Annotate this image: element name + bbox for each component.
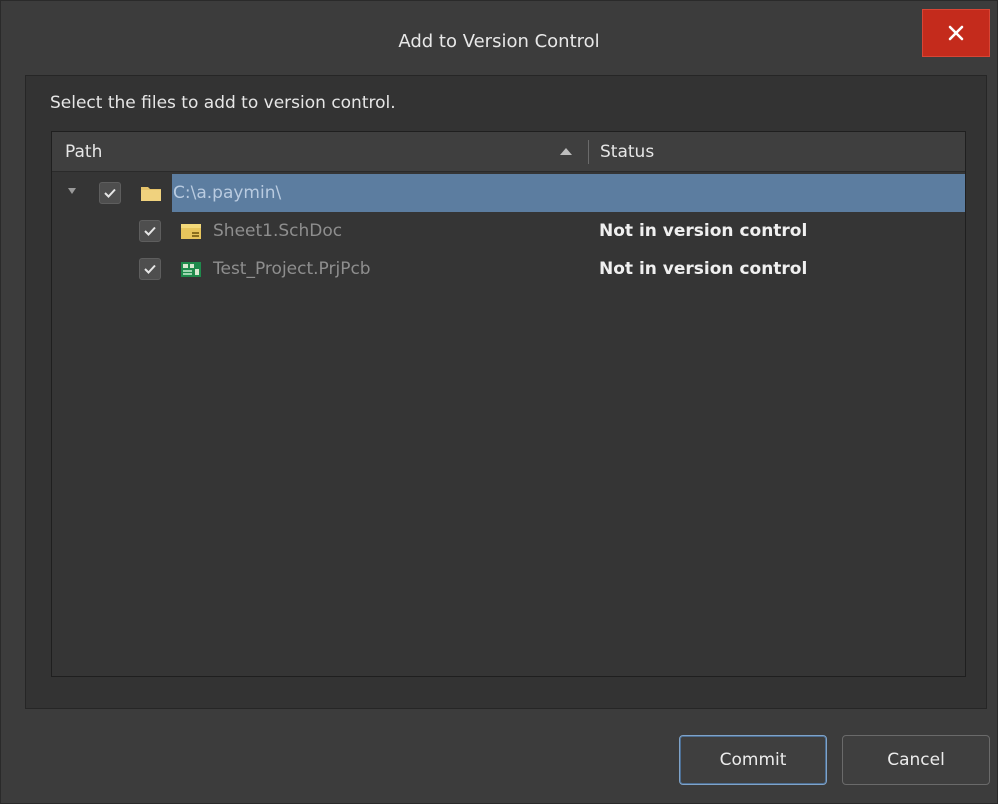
schematic-doc-icon (181, 224, 201, 239)
sort-ascending-icon (560, 148, 572, 155)
item-checkbox[interactable] (139, 258, 161, 280)
dialog-title: Add to Version Control (398, 31, 600, 52)
item-checkbox[interactable] (139, 220, 161, 242)
tree-row-item[interactable]: Test_Project.PrjPcb Not in version contr… (52, 250, 965, 288)
close-icon (948, 25, 964, 41)
pcb-project-icon (181, 262, 201, 277)
title-bar[interactable]: Add to Version Control (1, 1, 997, 65)
root-folder-name: C:\a.paymin\ (173, 183, 282, 203)
instruction-text: Select the files to add to version contr… (50, 93, 396, 113)
file-name: Sheet1.SchDoc (213, 221, 343, 241)
file-list[interactable]: Path Status C:\a.paymin\ Sheet1.SchDoc N… (51, 131, 966, 677)
expand-arrow-icon[interactable] (68, 188, 76, 194)
root-checkbox[interactable] (99, 182, 121, 204)
cancel-button[interactable]: Cancel (842, 735, 990, 785)
checkmark-icon (144, 264, 156, 274)
selection-highlight (172, 174, 965, 212)
column-header-path[interactable]: Path (65, 142, 102, 162)
column-header-status[interactable]: Status (600, 142, 654, 162)
list-header: Path Status (52, 132, 965, 172)
tree-row-item[interactable]: Sheet1.SchDoc Not in version control (52, 212, 965, 250)
column-divider[interactable] (588, 140, 589, 164)
close-button[interactable] (922, 9, 990, 57)
add-to-version-control-dialog: Add to Version Control Select the files … (0, 0, 998, 804)
commit-button[interactable]: Commit (679, 735, 827, 785)
tree-row-root[interactable]: C:\a.paymin\ (52, 174, 965, 212)
file-status: Not in version control (599, 221, 808, 241)
file-status: Not in version control (599, 259, 808, 279)
folder-icon (141, 187, 161, 201)
file-name: Test_Project.PrjPcb (213, 259, 371, 279)
checkmark-icon (104, 188, 116, 198)
checkmark-icon (144, 226, 156, 236)
